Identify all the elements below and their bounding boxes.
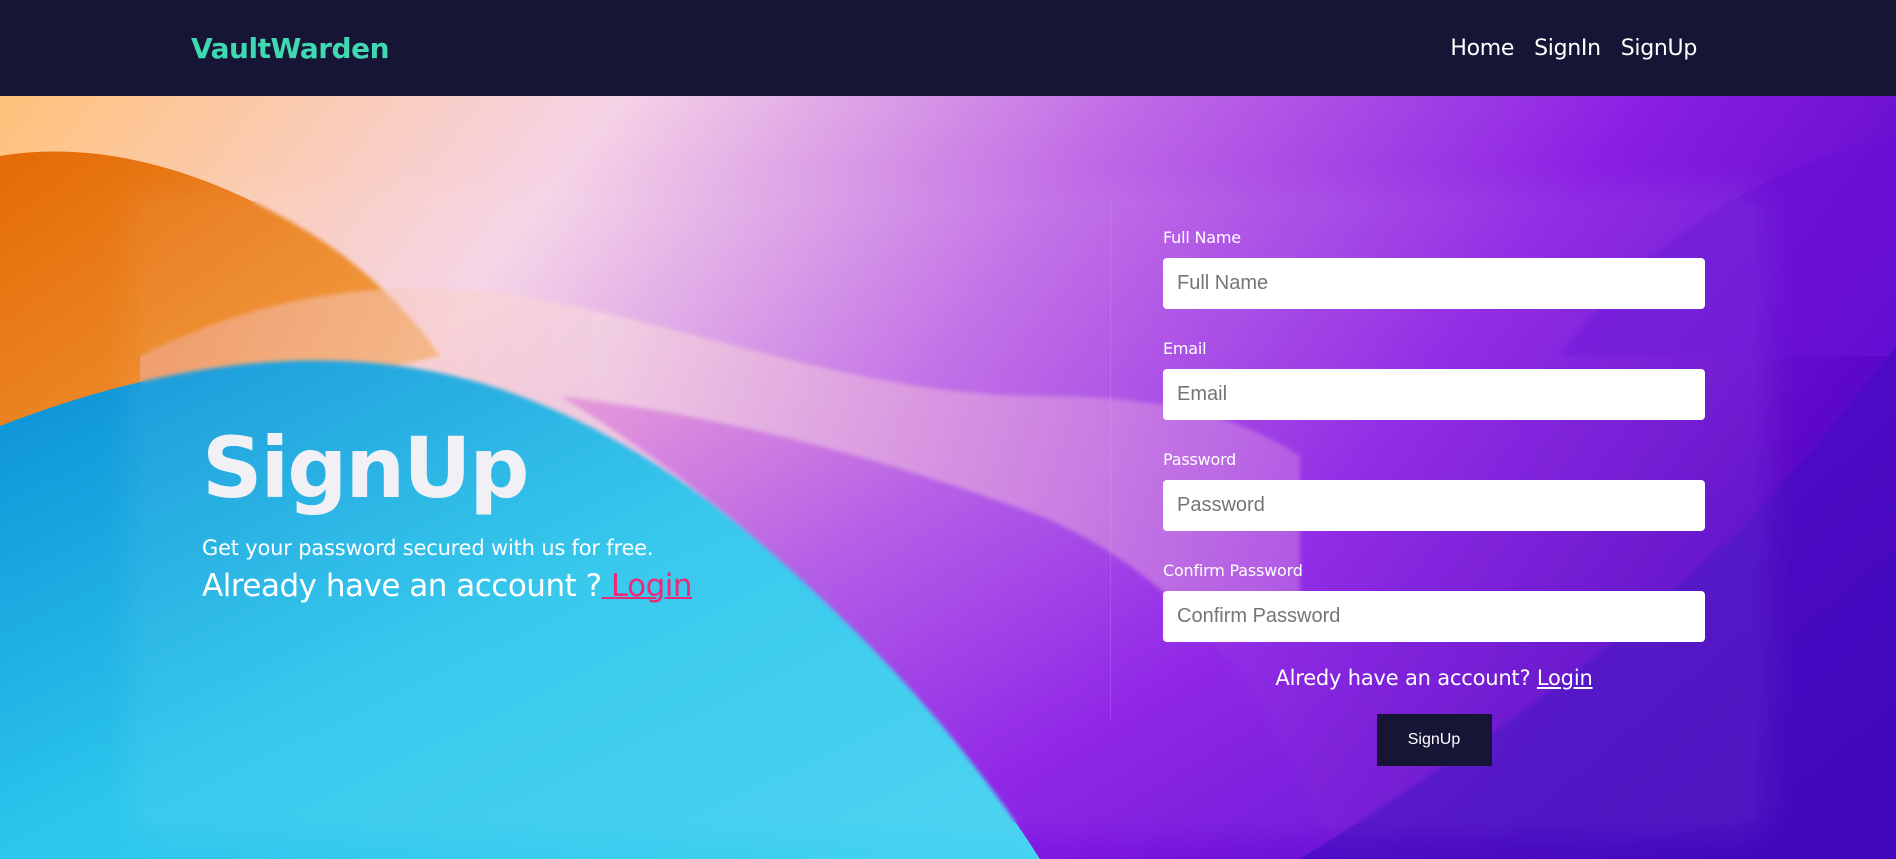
- field-full-name: Full Name: [1163, 228, 1705, 309]
- field-email: Email: [1163, 339, 1705, 420]
- field-password: Password: [1163, 450, 1705, 531]
- confirm-password-label: Confirm Password: [1163, 561, 1303, 580]
- hero-section: SignUp Get your password secured with us…: [0, 96, 1896, 859]
- nav-link-home[interactable]: Home: [1450, 36, 1514, 61]
- form-login-prompt-text: Alredy have an account?: [1275, 666, 1531, 690]
- nav-link-signin[interactable]: SignIn: [1534, 36, 1601, 61]
- password-label: Password: [1163, 450, 1237, 469]
- card-divider: [1110, 201, 1111, 721]
- already-account-text: Already have an account ? Login: [202, 568, 902, 604]
- signup-button[interactable]: SignUp: [1376, 714, 1492, 766]
- form-login-prompt: Alredy have an account? Login: [1163, 666, 1705, 690]
- navbar: VaultWarden Home SignIn SignUp: [0, 0, 1896, 96]
- password-input[interactable]: [1163, 480, 1705, 531]
- already-account-label: Already have an account ?: [202, 568, 602, 604]
- submit-wrap: SignUp: [1163, 714, 1705, 766]
- brand-logo[interactable]: VaultWarden: [191, 32, 390, 65]
- signup-form: Full Name Email Password Confirm Passwor…: [1163, 228, 1705, 766]
- form-login-link[interactable]: Login: [1537, 666, 1593, 690]
- nav-links: Home SignIn SignUp: [1450, 36, 1697, 61]
- hero-text: SignUp Get your password secured with us…: [202, 426, 902, 604]
- full-name-input[interactable]: [1163, 258, 1705, 309]
- signup-card: SignUp Get your password secured with us…: [142, 201, 1757, 823]
- hero-tagline: Get your password secured with us for fr…: [202, 536, 654, 560]
- nav-link-signup[interactable]: SignUp: [1621, 36, 1698, 61]
- confirm-password-input[interactable]: [1163, 591, 1705, 642]
- email-label: Email: [1163, 339, 1207, 358]
- field-confirm-password: Confirm Password: [1163, 561, 1705, 642]
- hero-login-link[interactable]: Login: [602, 568, 693, 604]
- email-input[interactable]: [1163, 369, 1705, 420]
- full-name-label: Full Name: [1163, 228, 1241, 247]
- page-title: SignUp: [202, 419, 530, 517]
